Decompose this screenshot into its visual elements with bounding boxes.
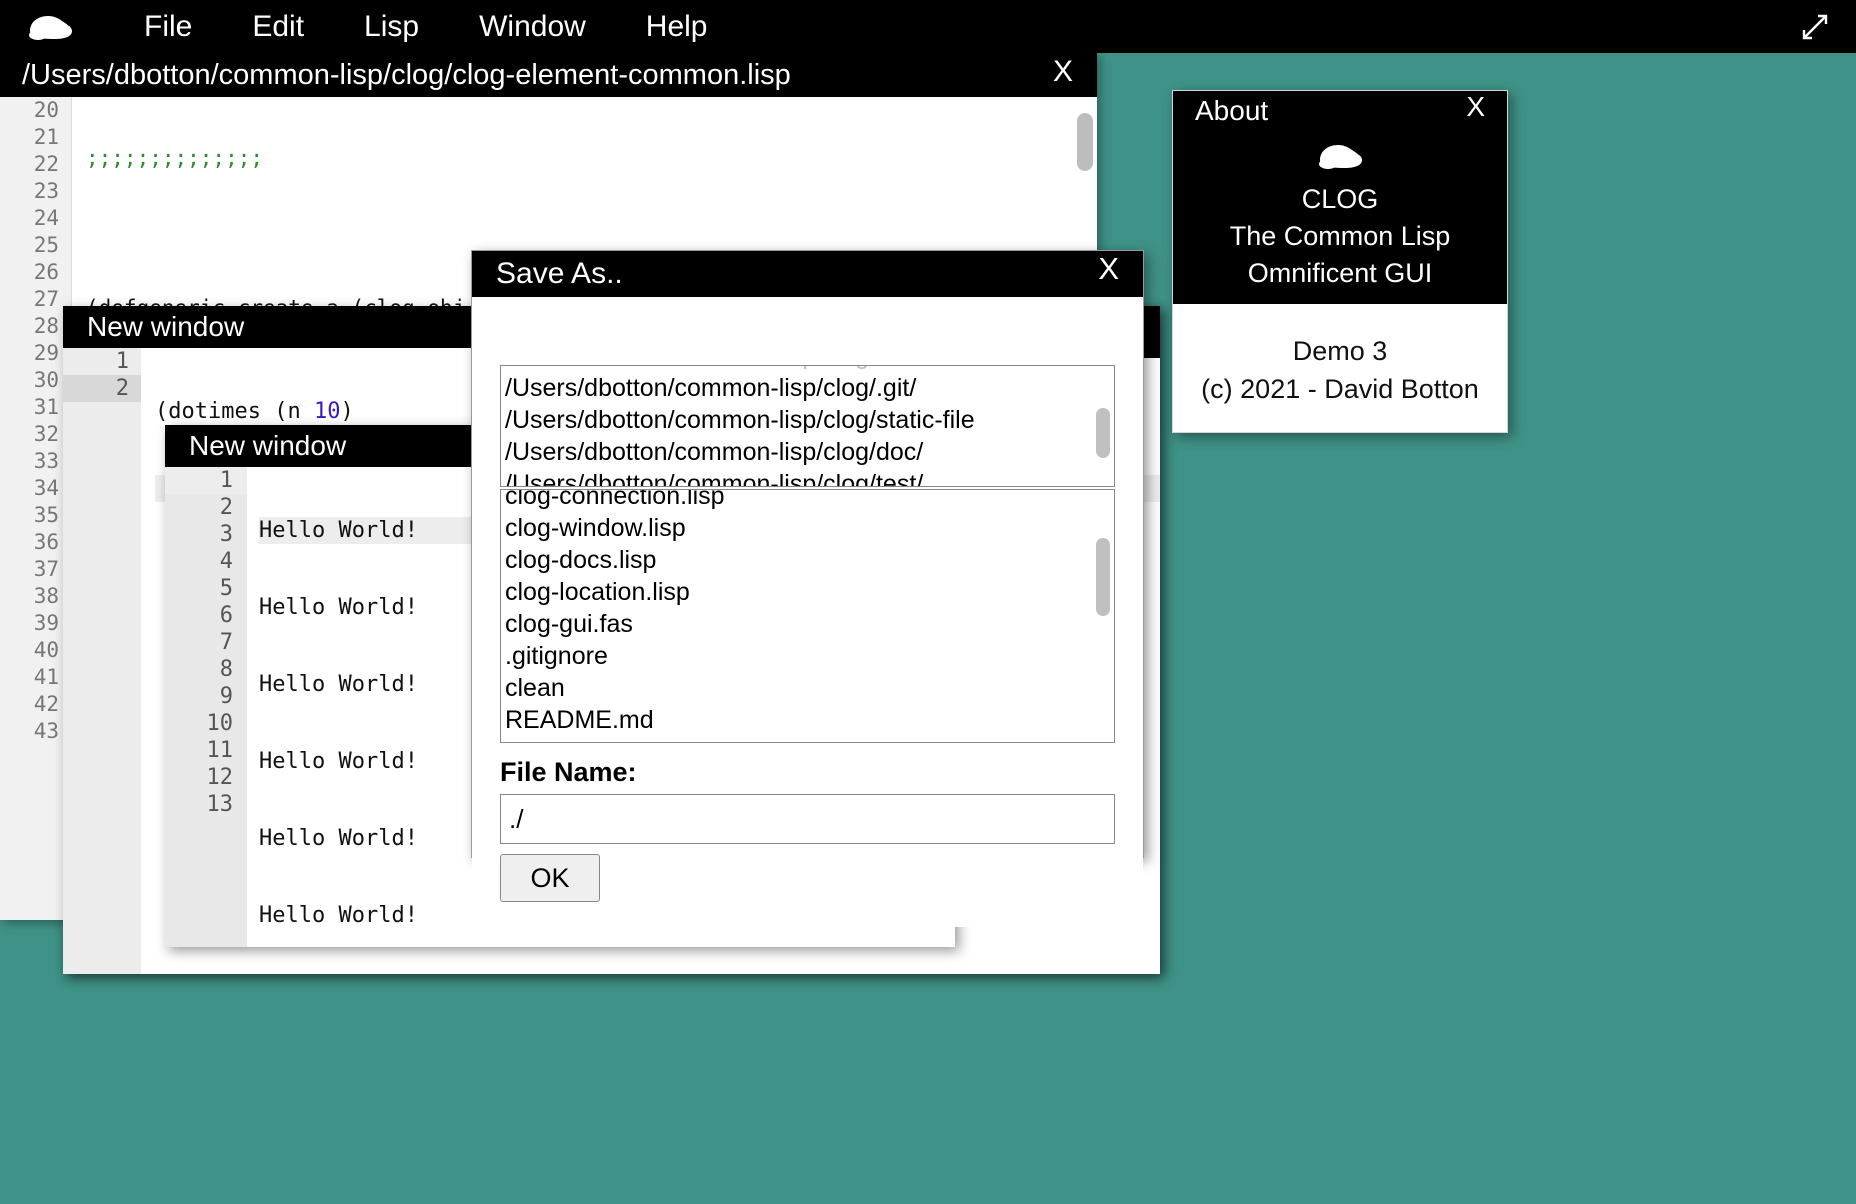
- about-tagline-1: The Common Lisp: [1229, 221, 1451, 251]
- line-number: 11: [206, 738, 234, 763]
- code-line: ;;;;;;;;;;;;;;: [86, 146, 264, 170]
- line-number: 10: [206, 711, 234, 736]
- editor-gutter: 20 21 22 23 24 25 26 27 28 29 30 31 32 3…: [0, 97, 72, 920]
- line-number: 2: [219, 495, 233, 520]
- line-number: 8: [219, 657, 233, 682]
- file-name-input[interactable]: [500, 794, 1115, 844]
- line-number: 27: [33, 287, 59, 311]
- line-number: 4: [219, 549, 233, 574]
- save-as-body: /Users/dbotton/common-lisp/clog/ /Users/…: [472, 365, 1143, 927]
- close-icon[interactable]: X: [1053, 55, 1073, 89]
- list-item[interactable]: /Users/dbotton/common-lisp/clog/static-f…: [501, 404, 1114, 436]
- about-hero: CLOG The Common Lisp Omnificent GUI: [1173, 131, 1507, 304]
- close-icon[interactable]: X: [1098, 251, 1119, 287]
- line-number: 22: [33, 152, 59, 176]
- menu-item-help[interactable]: Help: [616, 0, 738, 53]
- line-number: 36: [33, 530, 59, 554]
- list-item[interactable]: clog-gui.fas: [501, 608, 1114, 640]
- line-number: 41: [33, 665, 59, 689]
- menu-item-file[interactable]: File: [114, 0, 222, 53]
- line-number: 24: [33, 206, 59, 230]
- line-number: 7: [219, 630, 233, 655]
- line-number: 3: [219, 522, 233, 547]
- list-item[interactable]: .gitignore: [501, 640, 1114, 672]
- list-item[interactable]: clog-docs.lisp: [501, 544, 1114, 576]
- clog-shoe-icon: [1173, 131, 1507, 181]
- about-footer: Demo 3 (c) 2021 - David Botton: [1173, 304, 1507, 408]
- about-tagline-2: Omnificent GUI: [1247, 258, 1433, 288]
- line-number: 21: [33, 125, 59, 149]
- line-number: 1: [115, 349, 129, 374]
- line-number: 33: [33, 449, 59, 473]
- scrollbar-thumb[interactable]: [1096, 408, 1110, 458]
- list-item[interactable]: /Users/dbotton/common-lisp/clog/doc/: [501, 436, 1114, 468]
- editor-file-path: /Users/dbotton/common-lisp/clog/clog-ele…: [22, 58, 791, 91]
- menu-item-lisp[interactable]: Lisp: [334, 0, 449, 53]
- line-number: 9: [219, 684, 233, 709]
- about-title: About: [1195, 95, 1269, 126]
- about-titlebar[interactable]: About X: [1173, 91, 1507, 131]
- repl2-title: New window: [189, 430, 347, 461]
- line-number: 13: [206, 792, 234, 817]
- directory-listbox[interactable]: /Users/dbotton/common-lisp/clog/ /Users/…: [500, 365, 1115, 487]
- line-number: 20: [33, 98, 59, 122]
- save-as-title: Save As..: [496, 257, 623, 290]
- line-number: 25: [33, 233, 59, 257]
- repl1-gutter: 1 2: [63, 348, 141, 974]
- line-number: 5: [219, 576, 233, 601]
- line-number: 38: [33, 584, 59, 608]
- line-number: 30: [33, 368, 59, 392]
- list-item[interactable]: README.md: [501, 704, 1114, 736]
- line-number: 40: [33, 638, 59, 662]
- save-as-dialog: Save As.. X /Users/dbotton/common-lisp/c…: [471, 250, 1144, 927]
- expand-diagonal-icon[interactable]: [1796, 8, 1834, 46]
- line-number: 39: [33, 611, 59, 635]
- list-item[interactable]: clog-location.lisp: [501, 576, 1114, 608]
- close-icon[interactable]: X: [1466, 91, 1485, 123]
- list-item[interactable]: clog-window.lisp: [501, 512, 1114, 544]
- desktop: File Edit Lisp Window Help /Users/dbotto…: [0, 0, 1856, 1204]
- scrollbar-thumb[interactable]: [1077, 113, 1093, 171]
- line-number: 31: [33, 395, 59, 419]
- scrollbar-thumb[interactable]: [1096, 538, 1110, 616]
- list-item[interactable]: clean: [501, 672, 1114, 704]
- line-number: 1: [165, 467, 247, 494]
- line-number: 35: [33, 503, 59, 527]
- file-listbox[interactable]: clog-connection.lisp clog-window.lisp cl…: [500, 489, 1115, 743]
- about-dialog: About X CLOG The Common Lisp Omnificent …: [1172, 90, 1508, 433]
- line-number: 23: [33, 179, 59, 203]
- ok-button[interactable]: OK: [500, 854, 600, 902]
- repl2-gutter: 1 2 3 4 5 6 7 8 9 10 11 12 13: [165, 467, 247, 947]
- line-number: 12: [206, 765, 234, 790]
- line-number: 26: [33, 260, 59, 284]
- list-item[interactable]: /Users/dbotton/common-lisp/clog/.git/: [501, 372, 1114, 404]
- clog-shoe-icon: [22, 9, 78, 45]
- line-number: 6: [219, 603, 233, 628]
- line-number: 37: [33, 557, 59, 581]
- list-item[interactable]: /Users/dbotton/common-lisp/clog/test/: [501, 468, 1114, 486]
- file-name-label: File Name:: [500, 757, 637, 787]
- editor-titlebar[interactable]: /Users/dbotton/common-lisp/clog/clog-ele…: [0, 53, 1097, 97]
- line-number: 2: [63, 375, 141, 402]
- line-number: 29: [33, 341, 59, 365]
- menu-bar: File Edit Lisp Window Help: [0, 0, 1856, 53]
- line-number: 43: [33, 719, 59, 743]
- about-demo: Demo 3: [1292, 336, 1388, 366]
- menu-item-window[interactable]: Window: [449, 0, 616, 53]
- save-as-titlebar[interactable]: Save As.. X: [472, 251, 1143, 297]
- about-brand: CLOG: [1301, 184, 1379, 214]
- about-copyright: (c) 2021 - David Botton: [1201, 374, 1479, 404]
- line-number: 34: [33, 476, 59, 500]
- list-item[interactable]: clog.asd: [501, 736, 1114, 742]
- menu-item-edit[interactable]: Edit: [222, 0, 334, 53]
- line-number: 32: [33, 422, 59, 446]
- repl1-title: New window: [87, 311, 245, 342]
- list-item[interactable]: /Users/dbotton/common-lisp/clog/: [501, 366, 1114, 372]
- line-number: 42: [33, 692, 59, 716]
- list-item[interactable]: clog-connection.lisp: [501, 490, 1114, 512]
- line-number: 28: [33, 314, 59, 338]
